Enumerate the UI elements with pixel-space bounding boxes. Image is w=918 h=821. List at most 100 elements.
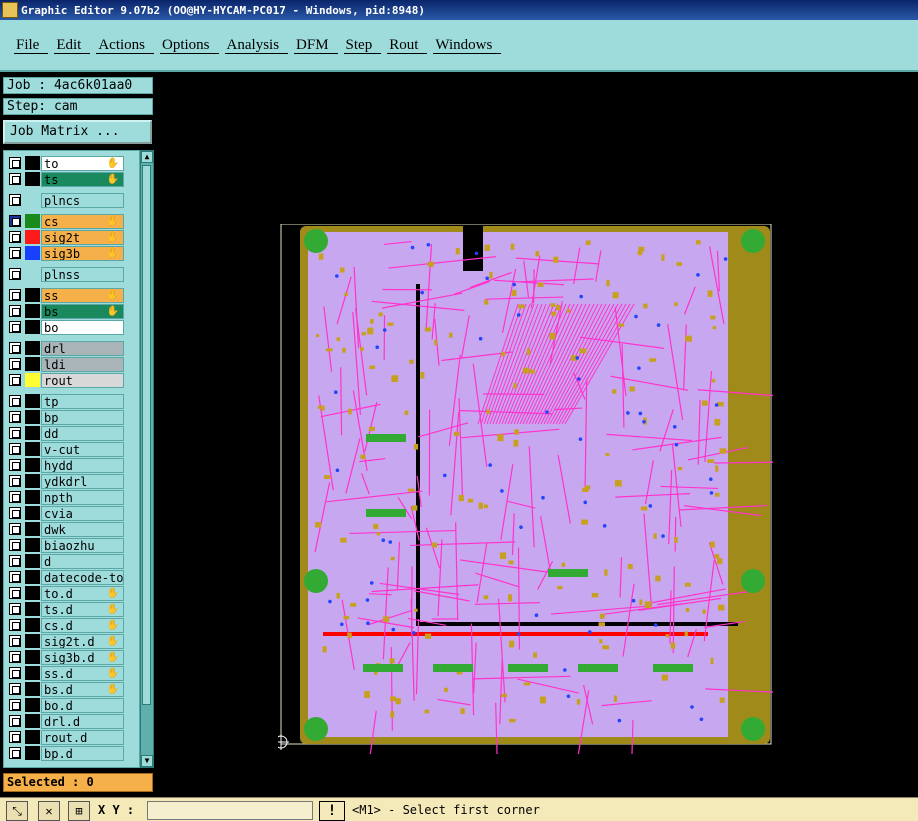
layer-color-swatch[interactable] — [25, 394, 40, 408]
layer-checkbox[interactable] — [9, 475, 21, 487]
layer-name[interactable]: bo — [41, 320, 124, 335]
layer-color-swatch[interactable] — [25, 442, 40, 456]
layer-checkbox[interactable] — [9, 289, 21, 301]
layer-color-swatch[interactable] — [25, 602, 40, 616]
scroll-up-arrow-icon[interactable]: ▲ — [141, 151, 153, 163]
pcb-board-view[interactable] — [278, 224, 773, 754]
scroll-thumb[interactable] — [142, 165, 151, 705]
layer-name[interactable]: cs ✋ — [41, 214, 124, 229]
warning-icon[interactable]: ! — [319, 801, 345, 821]
menu-dfm[interactable]: DFM — [294, 37, 338, 54]
layer-row-ss.d[interactable]: ss.d ✋ — [4, 665, 139, 681]
layer-color-swatch[interactable] — [25, 746, 40, 760]
layer-row-dd[interactable]: dd — [4, 425, 139, 441]
layer-checkbox[interactable] — [9, 157, 21, 169]
layer-row-dwk[interactable]: dwk — [4, 521, 139, 537]
layer-color-swatch[interactable] — [25, 373, 40, 387]
layer-checkbox[interactable] — [9, 539, 21, 551]
layer-color-swatch[interactable] — [25, 288, 40, 302]
layer-checkbox[interactable] — [9, 173, 21, 185]
layer-color-swatch[interactable] — [25, 304, 40, 318]
layer-checkbox[interactable] — [9, 731, 21, 743]
layer-row-ydkdrl[interactable]: ydkdrl — [4, 473, 139, 489]
layer-checkbox[interactable] — [9, 651, 21, 663]
layer-checkbox[interactable] — [9, 305, 21, 317]
menu-edit[interactable]: Edit — [54, 37, 91, 54]
layer-list-scrollbar[interactable]: ▲ ▼ — [140, 150, 154, 768]
layer-row-sig3b.d[interactable]: sig3b.d ✋ — [4, 649, 139, 665]
layer-name[interactable]: dd — [41, 426, 124, 441]
layer-color-swatch[interactable] — [25, 554, 40, 568]
layer-checkbox[interactable] — [9, 555, 21, 567]
layer-checkbox[interactable] — [9, 699, 21, 711]
grid-icon[interactable]: ⊞ — [68, 801, 90, 821]
layer-row-bo[interactable]: bo — [4, 319, 139, 335]
layer-name[interactable]: hydd — [41, 458, 124, 473]
layer-row-rout[interactable]: rout — [4, 372, 139, 388]
menu-rout[interactable]: Rout — [387, 37, 428, 54]
layer-name[interactable]: bo.d — [41, 698, 124, 713]
layer-row-bo.d[interactable]: bo.d — [4, 697, 139, 713]
layer-name[interactable]: bs.d ✋ — [41, 682, 124, 697]
layer-color-swatch[interactable] — [25, 156, 40, 170]
layer-checkbox[interactable] — [9, 619, 21, 631]
layer-name[interactable]: ldi — [41, 357, 124, 372]
layer-color-swatch[interactable] — [25, 634, 40, 648]
layer-checkbox[interactable] — [9, 587, 21, 599]
layer-row-plncs[interactable]: plncs — [4, 192, 139, 208]
layer-color-swatch[interactable] — [25, 410, 40, 424]
layer-color-swatch[interactable] — [25, 682, 40, 696]
layer-name[interactable]: sig3b.d ✋ — [41, 650, 124, 665]
layer-color-swatch[interactable] — [25, 474, 40, 488]
layer-color-swatch[interactable] — [25, 730, 40, 744]
layer-name[interactable]: bp.d — [41, 746, 124, 761]
layer-checkbox[interactable] — [9, 411, 21, 423]
layer-color-swatch[interactable] — [25, 666, 40, 680]
layer-checkbox[interactable] — [9, 443, 21, 455]
menu-options[interactable]: Options — [160, 37, 219, 54]
layer-checkbox[interactable] — [9, 215, 21, 227]
layer-color-swatch[interactable] — [25, 570, 40, 584]
layer-row-drl.d[interactable]: drl.d — [4, 713, 139, 729]
layer-checkbox[interactable] — [9, 268, 21, 280]
layer-name[interactable]: ss ✋ — [41, 288, 124, 303]
layer-row-biaozhu[interactable]: biaozhu — [4, 537, 139, 553]
layer-name[interactable]: biaozhu — [41, 538, 124, 553]
layer-color-swatch[interactable] — [25, 506, 40, 520]
menu-actions[interactable]: Actions — [96, 37, 155, 54]
layer-row-v-cut[interactable]: v-cut — [4, 441, 139, 457]
layer-checkbox[interactable] — [9, 395, 21, 407]
menu-windows[interactable]: Windows — [433, 37, 502, 54]
layer-checkbox[interactable] — [9, 194, 21, 206]
layer-name[interactable]: datecode-to — [41, 570, 124, 585]
job-matrix-button[interactable]: Job Matrix ... — [3, 120, 152, 144]
layer-color-swatch[interactable] — [25, 586, 40, 600]
layer-name[interactable]: bs ✋ — [41, 304, 124, 319]
layer-row-bs.d[interactable]: bs.d ✋ — [4, 681, 139, 697]
layer-checkbox[interactable] — [9, 715, 21, 727]
layer-color-swatch[interactable] — [25, 618, 40, 632]
layer-row-d[interactable]: d — [4, 553, 139, 569]
layer-checkbox[interactable] — [9, 427, 21, 439]
layer-name[interactable]: plncs — [41, 193, 124, 208]
layer-row-npth[interactable]: npth — [4, 489, 139, 505]
layer-row-plnss[interactable]: plnss — [4, 266, 139, 282]
layer-row-drl[interactable]: drl — [4, 340, 139, 356]
layer-checkbox[interactable] — [9, 321, 21, 333]
layer-row-datecode-to[interactable]: datecode-to — [4, 569, 139, 585]
zoom-home-icon[interactable]: ⤡ — [6, 801, 28, 821]
layer-row-sig2t.d[interactable]: sig2t.d ✋ — [4, 633, 139, 649]
layer-checkbox[interactable] — [9, 342, 21, 354]
layer-row-bs[interactable]: bs ✋ — [4, 303, 139, 319]
layer-row-hydd[interactable]: hydd — [4, 457, 139, 473]
menu-step[interactable]: Step — [343, 37, 382, 54]
layer-checkbox[interactable] — [9, 683, 21, 695]
layer-name[interactable]: sig2t ✋ — [41, 230, 124, 245]
layer-checkbox[interactable] — [9, 603, 21, 615]
layer-name[interactable]: drl.d — [41, 714, 124, 729]
layer-color-swatch[interactable] — [25, 698, 40, 712]
layer-color-swatch[interactable] — [25, 458, 40, 472]
layer-checkbox[interactable] — [9, 523, 21, 535]
layer-row-sig3b[interactable]: sig3b ✋ — [4, 245, 139, 261]
layer-name[interactable]: sig2t.d ✋ — [41, 634, 124, 649]
